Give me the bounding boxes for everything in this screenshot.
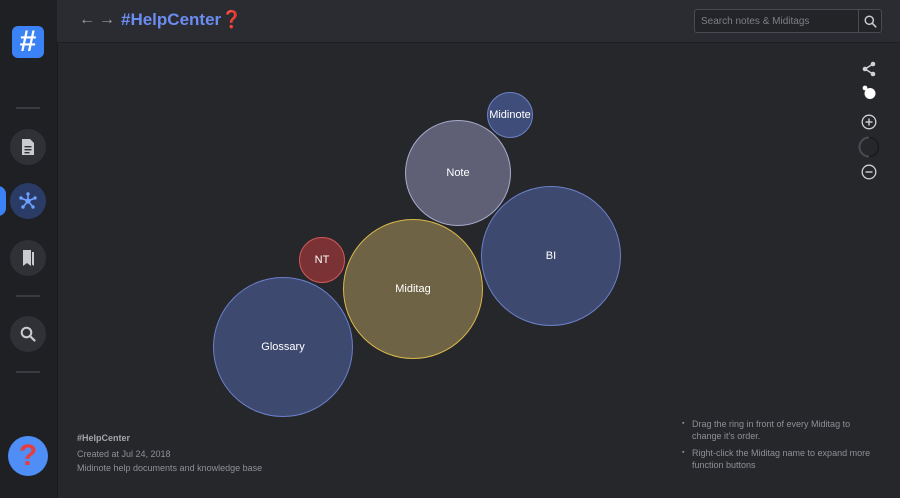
zoom-out-button[interactable] <box>858 161 880 183</box>
graph-icon <box>19 192 37 209</box>
sidebar-item-search[interactable] <box>10 316 46 352</box>
sidebar: # ? <box>0 0 58 498</box>
help-button[interactable]: ? <box>8 436 48 476</box>
search-box <box>694 9 882 33</box>
tag-info: #HelpCenter Created at Jul 24, 2018 Midi… <box>77 431 262 475</box>
zoom-in-icon <box>861 114 877 130</box>
share-button[interactable] <box>858 58 880 80</box>
tip-item: Right-click the Miditag name to expand m… <box>682 447 882 471</box>
sidebar-divider <box>16 107 40 109</box>
zoom-in-button[interactable] <box>858 111 880 133</box>
bubble-label: BI <box>545 250 557 262</box>
bubble-label: Miditag <box>395 283 431 295</box>
sidebar-item-bookmarks[interactable] <box>10 240 46 276</box>
bubble-label: NT <box>314 254 330 266</box>
search-button[interactable] <box>858 10 881 32</box>
sidebar-item-notes[interactable] <box>10 129 46 165</box>
share-icon <box>862 61 876 77</box>
sidebar-item-graph[interactable] <box>10 183 46 219</box>
page-title: #HelpCenter❓ <box>121 10 242 30</box>
bookmark-icon <box>23 250 34 266</box>
page-title-text: #HelpCenter <box>121 10 222 29</box>
bubble-glossary[interactable]: Glossary <box>213 277 353 417</box>
bubble-label: Note <box>446 167 470 179</box>
question-mark-icon: ❓ <box>221 10 243 29</box>
search-input[interactable] <box>695 11 858 31</box>
bubble-midinote[interactable]: Midinote <box>487 92 533 138</box>
bubble-nt[interactable]: NT <box>299 237 345 283</box>
help-icon: ? <box>18 439 38 472</box>
tag-description: Midinote help documents and knowledge ba… <box>77 463 263 473</box>
forward-arrow-icon[interactable]: → <box>99 11 115 29</box>
bubbles-icon <box>862 85 876 99</box>
sidebar-divider <box>16 295 40 297</box>
zoom-ring-icon <box>858 136 880 158</box>
tag-name: #HelpCenter <box>77 433 131 443</box>
created-date: Created at Jul 24, 2018 <box>77 449 171 459</box>
bubble-label: Midinote <box>489 109 531 121</box>
bubble-miditag[interactable]: Miditag <box>343 219 483 359</box>
search-icon <box>20 326 36 342</box>
bubble-bi[interactable]: BI <box>481 186 621 326</box>
app-logo[interactable]: # <box>12 26 44 58</box>
tips-list: Drag the ring in front of every Miditag … <box>682 418 882 476</box>
back-arrow-icon[interactable]: ← <box>79 11 95 29</box>
document-icon <box>22 139 34 155</box>
top-bar: ← → #HelpCenter❓ <box>57 0 900 43</box>
zoom-out-icon <box>861 164 877 180</box>
bubble-view-button[interactable] <box>858 81 880 103</box>
zoom-slider[interactable] <box>858 136 880 158</box>
sidebar-divider <box>16 371 40 373</box>
active-indicator <box>0 186 6 216</box>
search-icon <box>863 14 877 28</box>
bubble-note[interactable]: Note <box>405 120 511 226</box>
tip-item: Drag the ring in front of every Miditag … <box>682 418 882 442</box>
bubble-label: Glossary <box>261 341 305 353</box>
